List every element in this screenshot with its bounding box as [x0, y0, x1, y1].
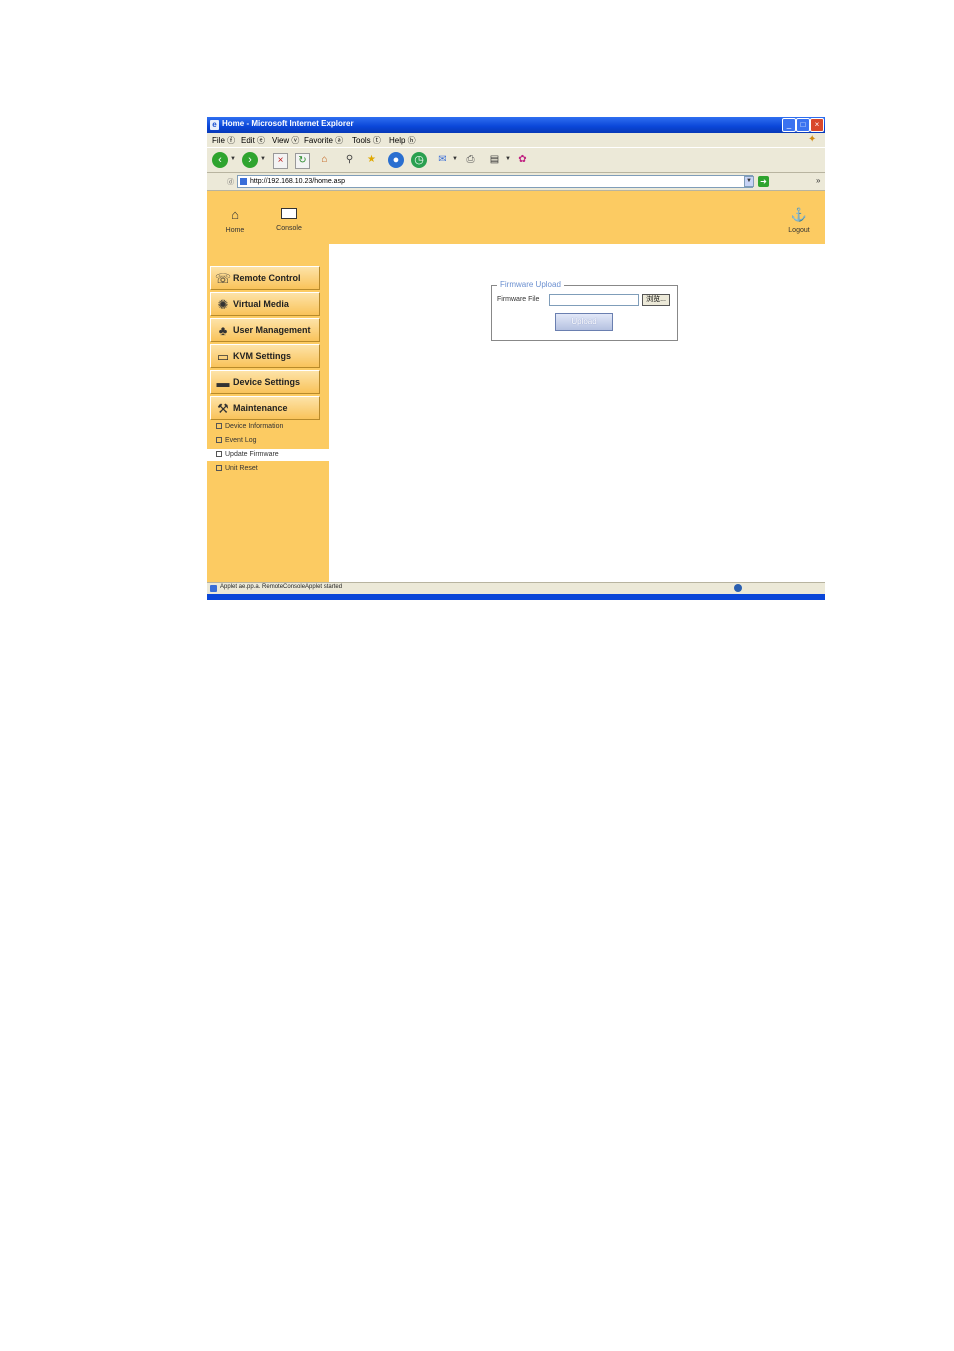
- firmware-upload-fieldset: Firmware Upload Firmware File 浏览... Uplo…: [491, 280, 678, 341]
- menu-file[interactable]: File ⓕ: [212, 135, 235, 146]
- ie-logo-icon: e: [210, 120, 219, 130]
- maintenance-icon: ⚒: [217, 401, 229, 416]
- nav-logout[interactable]: ⚓ Logout: [779, 207, 819, 234]
- minimize-button[interactable]: _: [782, 118, 796, 132]
- sidebar-device-settings[interactable]: ▬ Device Settings: [210, 370, 320, 394]
- sidebar-item-label: Maintenance: [233, 403, 288, 413]
- kvm-settings-icon: ▭: [216, 349, 230, 364]
- mail-icon[interactable]: ✉: [436, 153, 449, 167]
- home-icon: ⌂: [231, 207, 239, 222]
- page-content: ⌂ Home Console ⚓ Logout ☏ Remote Control…: [207, 191, 825, 582]
- submenu-label: Device Information: [225, 423, 284, 430]
- virtual-media-icon: ✺: [217, 297, 229, 312]
- submenu-event-log[interactable]: Event Log: [207, 435, 329, 447]
- nav-console[interactable]: Console: [269, 207, 309, 232]
- bullet-icon: [216, 451, 222, 458]
- address-bar: ⓓ http://192.168.10.23/home.asp ▼ ➜ »: [207, 173, 825, 191]
- sidebar-kvm-settings[interactable]: ▭ KVM Settings: [210, 344, 320, 368]
- upload-button[interactable]: Upload: [555, 313, 613, 331]
- address-input[interactable]: http://192.168.10.23/home.asp: [237, 175, 753, 188]
- menu-bar: File ⓕ Edit ⓔ View ⓥ Favorite ⓐ Tools ⓣ …: [207, 133, 825, 147]
- bullet-icon: [216, 465, 222, 472]
- maximize-button[interactable]: □: [796, 118, 810, 132]
- nav-logout-label: Logout: [788, 227, 810, 234]
- logout-icon: ⚓: [790, 207, 808, 222]
- address-dropdown-icon[interactable]: ▼: [744, 176, 754, 187]
- bullet-icon: [216, 437, 222, 444]
- messenger-icon[interactable]: ✿: [516, 153, 529, 167]
- bullet-icon: [216, 423, 222, 430]
- menu-help[interactable]: Help ⓗ: [389, 135, 416, 146]
- submenu-device-information[interactable]: Device Information: [207, 421, 329, 433]
- sidebar-virtual-media[interactable]: ✺ Virtual Media: [210, 292, 320, 316]
- home-toolbar-icon[interactable]: ⌂: [318, 153, 331, 167]
- refresh-icon[interactable]: ↻: [295, 153, 310, 169]
- top-nav-bar: ⌂ Home Console ⚓ Logout: [207, 191, 825, 244]
- sidebar-item-label: User Management: [233, 325, 311, 335]
- forward-dropdown-icon[interactable]: ▼: [260, 156, 266, 162]
- menu-favorite[interactable]: Favorite ⓐ: [304, 135, 343, 146]
- firmware-file-label: Firmware File: [497, 296, 540, 303]
- sidebar-remote-control[interactable]: ☏ Remote Control: [210, 266, 320, 290]
- history-icon[interactable]: ◷: [411, 152, 427, 168]
- nav-home[interactable]: ⌂ Home: [215, 207, 255, 234]
- address-label: ⓓ: [227, 179, 234, 186]
- device-settings-icon: ▬: [216, 375, 230, 390]
- page-status-icon: [210, 585, 217, 592]
- sidebar-user-management[interactable]: ♣ User Management: [210, 318, 320, 342]
- back-icon[interactable]: ‹: [212, 152, 228, 168]
- submenu-label: Event Log: [225, 437, 257, 444]
- print-icon[interactable]: ⎙: [464, 153, 477, 167]
- address-url: http://192.168.10.23/home.asp: [250, 178, 345, 185]
- stop-icon[interactable]: ×: [273, 153, 288, 169]
- mail-dropdown-icon[interactable]: ▼: [452, 156, 458, 162]
- sidebar-item-label: Virtual Media: [233, 299, 289, 309]
- back-dropdown-icon[interactable]: ▼: [230, 156, 236, 162]
- status-bar: Applet ae.pp.a. RemoteConsoleApplet star…: [207, 582, 825, 594]
- menu-view[interactable]: View ⓥ: [272, 135, 299, 146]
- windows-logo-icon: ✦: [808, 134, 817, 145]
- toolbar-chevron-icon[interactable]: »: [816, 176, 820, 185]
- status-text: Applet ae.pp.a. RemoteConsoleApplet star…: [220, 584, 343, 590]
- sidebar: ☏ Remote Control ✺ Virtual Media ♣ User …: [207, 244, 329, 582]
- nav-home-label: Home: [225, 227, 245, 234]
- user-management-icon: ♣: [218, 323, 228, 338]
- go-button[interactable]: ➜: [758, 176, 769, 187]
- submenu-unit-reset[interactable]: Unit Reset: [207, 463, 329, 475]
- sidebar-item-label: Device Settings: [233, 377, 301, 387]
- sidebar-maintenance[interactable]: ⚒ Maintenance: [210, 396, 320, 420]
- firmware-upload-legend: Firmware Upload: [497, 280, 564, 289]
- console-icon: [281, 208, 297, 219]
- sidebar-item-label: Remote Control: [233, 273, 301, 283]
- edit-icon[interactable]: ▤: [488, 153, 501, 167]
- edit-dropdown-icon[interactable]: ▼: [505, 156, 511, 162]
- submenu-label: Update Firmware: [225, 451, 279, 458]
- submenu-update-firmware[interactable]: Update Firmware: [207, 449, 329, 461]
- search-icon[interactable]: ⚲: [343, 153, 356, 167]
- remote-control-icon: ☏: [214, 271, 232, 286]
- browser-window: e Home - Microsoft Internet Explorer _ □…: [207, 117, 825, 600]
- nav-console-label: Console: [276, 225, 302, 232]
- menu-tools[interactable]: Tools ⓣ: [352, 135, 381, 146]
- media-icon[interactable]: ●: [388, 152, 404, 168]
- menu-edit[interactable]: Edit ⓔ: [241, 135, 265, 146]
- forward-icon[interactable]: ›: [242, 152, 258, 168]
- toolbar: ‹ ▼ › ▼ × ↻ ⌂ ⚲ ★ ● ◷ ✉ ▼ ⎙ ▤ ▼ ✿: [207, 147, 825, 173]
- firmware-file-input[interactable]: [549, 294, 639, 306]
- window-title: Home - Microsoft Internet Explorer: [222, 119, 354, 128]
- submenu-label: Unit Reset: [225, 465, 258, 472]
- content-corner: [329, 244, 359, 274]
- page-icon: [240, 178, 247, 185]
- close-button[interactable]: ×: [810, 118, 824, 132]
- window-bottom-border: [207, 594, 825, 600]
- title-bar[interactable]: e Home - Microsoft Internet Explorer _ □…: [207, 117, 825, 133]
- favorites-icon[interactable]: ★: [365, 153, 378, 167]
- internet-zone-icon: [734, 584, 742, 592]
- browse-button[interactable]: 浏览...: [642, 294, 670, 306]
- sidebar-item-label: KVM Settings: [233, 351, 292, 361]
